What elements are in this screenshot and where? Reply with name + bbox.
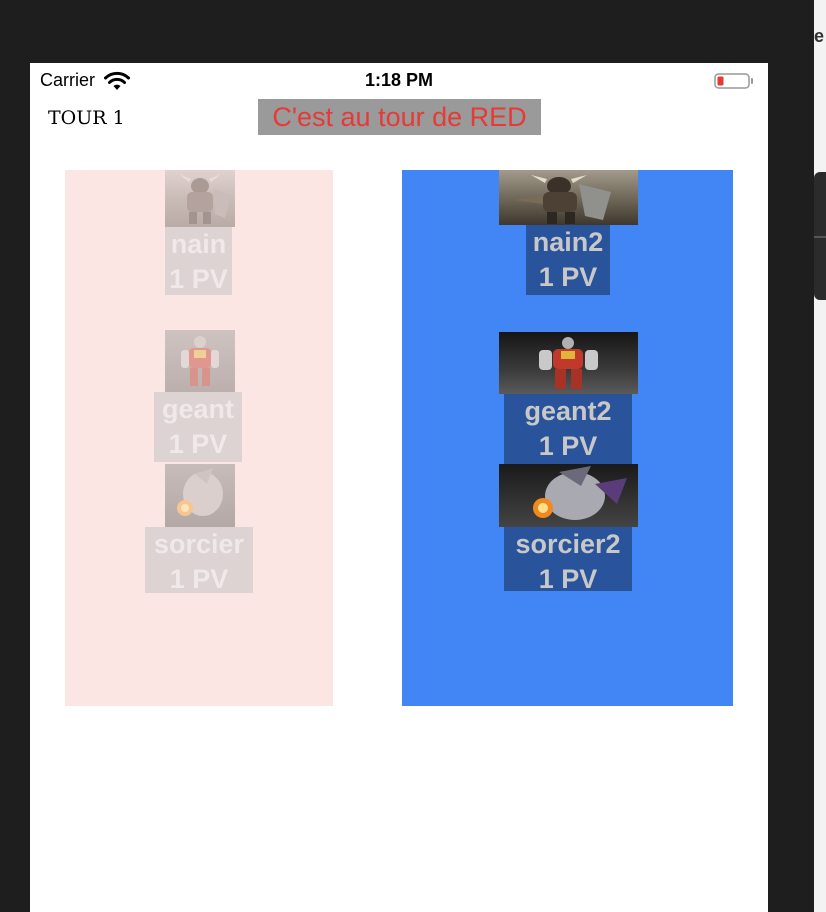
dwarf-figure-icon (513, 175, 611, 224)
unit-label-geant2[interactable]: geant2 1 PV (504, 394, 632, 464)
dwarf-warrior-portrait[interactable] (165, 170, 235, 227)
unit-hp: 1 PV (538, 431, 598, 461)
unit-hp: 1 PV (168, 429, 228, 459)
adjacent-window-divider (814, 236, 826, 238)
unit-label-sorcier[interactable]: sorcier 1 PV (145, 527, 253, 593)
unit-label-nain[interactable]: nain 1 PV (165, 227, 232, 295)
blue-team-panel: nain2 1 PV geant2 1 PV sorcier2 1 PV (402, 170, 733, 706)
colossus-figure-icon (181, 336, 219, 386)
unit-name: geant2 (524, 396, 612, 426)
unit-name: nain (170, 229, 227, 259)
giant-colossus-portrait[interactable] (499, 332, 638, 394)
unit-name: nain2 (532, 227, 604, 257)
unit-label-sorcier2[interactable]: sorcier2 1 PV (504, 527, 632, 591)
adjacent-window-letter: e (814, 26, 825, 46)
unit-name: geant (161, 394, 234, 424)
dwarf-warrior-portrait[interactable] (499, 170, 638, 225)
turn-message: C'est au tour de RED (258, 99, 541, 135)
unit-hp: 1 PV (169, 264, 228, 294)
unit-label-nain2[interactable]: nain2 1 PV (526, 225, 610, 295)
sorcerer-figure-icon (533, 466, 627, 520)
unit-hp: 1 PV (538, 262, 598, 292)
simulator-screen: Carrier 1:18 PM TOUR 1 C'est au tour de … (30, 63, 768, 912)
sorcerer-portrait[interactable] (165, 464, 235, 527)
unit-label-geant[interactable]: geant 1 PV (154, 392, 242, 462)
unit-hp: 1 PV (538, 564, 598, 591)
status-time: 1:18 PM (364, 70, 434, 90)
battery-icon (714, 73, 753, 89)
dwarf-figure-icon (179, 174, 231, 224)
unit-hp: 1 PV (169, 564, 229, 593)
unit-name: sorcier2 (515, 529, 621, 559)
colossus-figure-icon (539, 337, 598, 389)
unit-name: sorcier (153, 529, 245, 559)
sorcerer-figure-icon (177, 468, 223, 516)
red-team-panel: nain 1 PV geant 1 PV sorcier 1 PV (65, 170, 333, 706)
sorcerer-portrait[interactable] (499, 464, 638, 527)
adjacent-window-edge (814, 0, 826, 912)
turn-counter: TOUR 1 (48, 107, 125, 129)
giant-colossus-portrait[interactable] (165, 330, 235, 392)
